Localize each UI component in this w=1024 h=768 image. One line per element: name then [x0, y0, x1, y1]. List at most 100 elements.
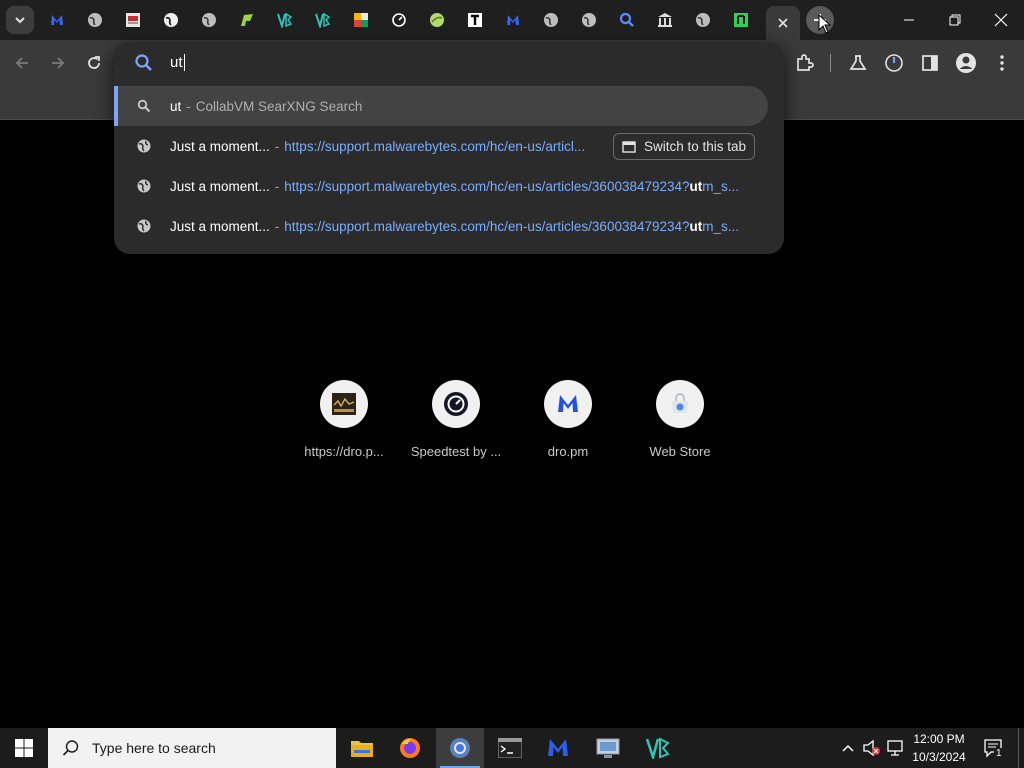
- extension-button[interactable]: [882, 51, 906, 75]
- tab[interactable]: [40, 6, 74, 34]
- side-panel-button[interactable]: [918, 51, 942, 75]
- tab-switch-icon: [622, 140, 636, 153]
- tab[interactable]: [230, 6, 264, 34]
- chevron-up-icon[interactable]: [838, 738, 858, 758]
- globe-icon: [581, 12, 597, 28]
- shortcut-tile[interactable]: Web Store: [630, 380, 730, 459]
- reload-button[interactable]: [80, 49, 108, 77]
- chrome-icon: [450, 738, 470, 758]
- tab[interactable]: [686, 6, 720, 34]
- suggestion-row[interactable]: Just a moment... - https://support.malwa…: [114, 206, 784, 246]
- url-suffix: m_s...: [702, 218, 740, 234]
- suggestion-url: https://support.malwarebytes.com/hc/en-u…: [284, 219, 739, 234]
- tab[interactable]: [496, 6, 530, 34]
- taskbar-firefox[interactable]: [386, 728, 434, 768]
- suggestion-row[interactable]: Just a moment... - https://support.malwa…: [114, 126, 784, 166]
- url-match: ut: [689, 218, 703, 234]
- close-icon[interactable]: [777, 17, 789, 29]
- omnibox-input-value[interactable]: ut: [170, 54, 183, 71]
- suggestion-separator: -: [274, 138, 280, 154]
- shortcut-tile[interactable]: dro.pm: [518, 380, 618, 459]
- green-t-icon: [733, 12, 749, 28]
- globe-icon: [201, 12, 217, 28]
- tab[interactable]: [724, 6, 758, 34]
- tab[interactable]: [268, 6, 302, 34]
- suggestion-row[interactable]: Just a moment... - https://support.malwa…: [114, 166, 784, 206]
- network-icon[interactable]: [886, 738, 906, 758]
- tab[interactable]: [306, 6, 340, 34]
- tab[interactable]: [534, 6, 568, 34]
- taskbar-file-explorer[interactable]: [338, 728, 386, 768]
- selection-indicator: [114, 86, 118, 126]
- tab[interactable]: [344, 6, 378, 34]
- taskbar-vb[interactable]: [634, 728, 682, 768]
- menu-button[interactable]: [990, 51, 1014, 75]
- minimize-button[interactable]: [886, 0, 932, 40]
- speedtest-icon: [391, 12, 407, 28]
- more-vert-icon: [1000, 55, 1004, 71]
- tab[interactable]: [192, 6, 226, 34]
- avatar-icon: [956, 53, 976, 73]
- malwarebytes-icon: [544, 380, 592, 428]
- labs-button[interactable]: [846, 51, 870, 75]
- shortcut-label: dro.pm: [547, 444, 589, 459]
- mouse-cursor-icon: [818, 14, 832, 34]
- taskbar-search-placeholder: Type here to search: [92, 740, 216, 756]
- system-clock[interactable]: 12:00 PM 10/3/2024: [904, 730, 974, 766]
- chevron-down-icon: [15, 17, 25, 24]
- suggestion-row[interactable]: ut - CollabVM SearXNG Search: [114, 86, 768, 126]
- restore-button[interactable]: [932, 0, 978, 40]
- shortcut-label: Web Store: [649, 444, 711, 459]
- monitor-app-icon: [596, 738, 620, 758]
- taskbar-app[interactable]: [584, 728, 632, 768]
- green-app-icon: [239, 12, 255, 28]
- show-desktop-button[interactable]: [1018, 728, 1024, 768]
- tab[interactable]: [78, 6, 112, 34]
- tab-search-button[interactable]: [6, 6, 34, 34]
- vb-icon: [277, 12, 293, 28]
- restore-icon: [949, 14, 961, 26]
- forward-button[interactable]: [44, 49, 72, 77]
- speaker-muted-icon[interactable]: [862, 738, 882, 758]
- arrow-right-icon: [52, 57, 65, 69]
- taskbar-malwarebytes[interactable]: [534, 728, 582, 768]
- suggestion-url: https://support.malwarebytes.com/hc/en-u…: [284, 138, 586, 154]
- notification-center-button[interactable]: 1: [980, 728, 1008, 768]
- vb-icon: [315, 12, 331, 28]
- tab[interactable]: [610, 6, 644, 34]
- start-button[interactable]: [0, 728, 48, 768]
- url-prefix: https://support.malwarebytes.com/hc/en-u…: [284, 218, 690, 234]
- taskbar-chrome[interactable]: [436, 728, 484, 768]
- side-panel-icon: [922, 55, 938, 71]
- clock-time: 12:00 PM: [913, 732, 965, 746]
- tab[interactable]: [458, 6, 492, 34]
- omnibox-input[interactable]: ut: [114, 42, 784, 84]
- taskbar-search-box[interactable]: Type here to search: [48, 728, 336, 768]
- tab-active[interactable]: [766, 6, 800, 40]
- switch-to-tab-button[interactable]: Switch to this tab: [613, 133, 756, 160]
- tab[interactable]: [648, 6, 682, 34]
- tab[interactable]: [154, 6, 188, 34]
- close-window-button[interactable]: [978, 0, 1024, 40]
- back-button[interactable]: [8, 49, 36, 77]
- puzzle-icon: [797, 54, 814, 71]
- taskbar-terminal[interactable]: [486, 728, 534, 768]
- flask-icon: [849, 55, 867, 70]
- shortcut-tile[interactable]: Speedtest by ...: [406, 380, 506, 459]
- suggestion-title: Just a moment...: [170, 138, 270, 154]
- extensions-button[interactable]: [792, 51, 816, 75]
- tab[interactable]: [420, 6, 454, 34]
- firefox-icon: [400, 738, 420, 758]
- suggestion-title: Just a moment...: [170, 218, 270, 234]
- profile-button[interactable]: [954, 51, 978, 75]
- webstore-icon: [656, 380, 704, 428]
- shortcut-tile[interactable]: https://dro.p...: [294, 380, 394, 459]
- tab[interactable]: [116, 6, 150, 34]
- url-prefix: https://support.malwarebytes.com/hc/en-u…: [284, 178, 690, 194]
- tab[interactable]: [572, 6, 606, 34]
- globe-icon: [695, 12, 711, 28]
- vb-icon: [646, 737, 670, 759]
- t-icon: [467, 12, 483, 28]
- tab[interactable]: [382, 6, 416, 34]
- url-match: ut: [689, 178, 703, 194]
